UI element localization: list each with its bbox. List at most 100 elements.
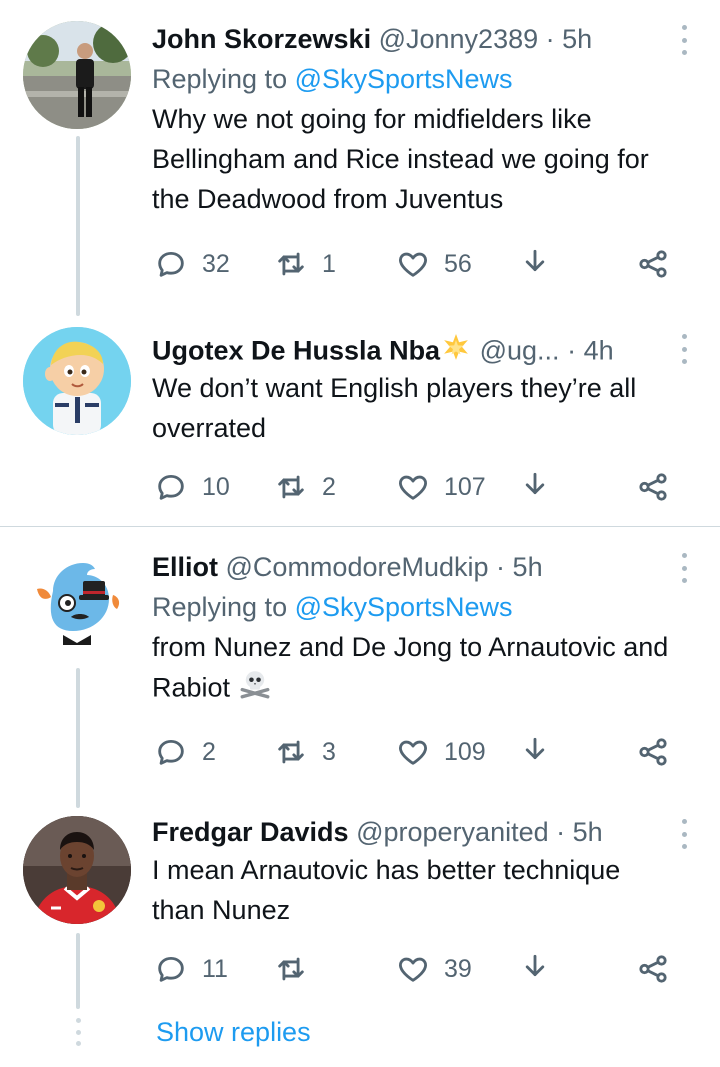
handle[interactable]: @Jonny2389 xyxy=(379,24,539,54)
retweet-count: 2 xyxy=(322,472,336,501)
tweet[interactable]: Ugotex De Hussla Nba @ug... · 4h We don’… xyxy=(0,300,720,526)
reply-count: 11 xyxy=(202,954,228,983)
download-button[interactable] xyxy=(518,949,552,989)
replying-to-label: Replying to xyxy=(152,592,295,622)
timestamp[interactable]: 4h xyxy=(584,336,614,366)
like-button[interactable]: 39 xyxy=(396,949,472,989)
like-count: 39 xyxy=(444,954,472,983)
avatar[interactable] xyxy=(23,816,131,924)
tweet[interactable]: Fredgar Davids @properyanited · 5h I mea… xyxy=(0,797,720,1009)
timestamp[interactable]: 5h xyxy=(562,24,592,54)
download-button[interactable] xyxy=(518,732,552,772)
tweet-header: John Skorzewski @Jonny2389 · 5h xyxy=(152,21,680,57)
replying-to: Replying to @SkySportsNews xyxy=(152,61,680,97)
retweet-icon xyxy=(278,252,304,276)
tweet-text: from Nunez and De Jong to Arnautovic and… xyxy=(152,627,680,712)
heart-icon xyxy=(399,252,427,277)
tweet-text: Why we not going for midfielders like Be… xyxy=(152,104,649,214)
download-button[interactable] xyxy=(518,467,552,507)
more-options-icon[interactable] xyxy=(678,553,690,583)
download-icon xyxy=(525,472,545,495)
heart-icon xyxy=(399,957,427,982)
tweet-text: I mean Arnautovic has better technique t… xyxy=(152,855,621,925)
handle[interactable]: @properyanited xyxy=(356,817,549,847)
show-replies-link[interactable]: Show replies xyxy=(156,1012,311,1052)
display-name[interactable]: Fredgar Davids xyxy=(152,817,349,847)
display-name[interactable]: John Skorzewski xyxy=(152,24,371,54)
avatar[interactable] xyxy=(23,551,131,659)
like-button[interactable]: 107 xyxy=(396,467,486,507)
share-icon xyxy=(639,250,667,278)
display-name[interactable]: Ugotex De Hussla Nba xyxy=(152,336,440,366)
tweet-text-content: from Nunez and De Jong to Arnautovic and… xyxy=(152,632,669,703)
tweet-header: Fredgar Davids @properyanited · 5h xyxy=(152,814,680,850)
tweet-content: Ugotex De Hussla Nba @ug... · 4h We don’… xyxy=(152,332,680,448)
thread-line xyxy=(76,136,80,316)
reply-button[interactable]: 2 xyxy=(154,732,216,772)
timestamp[interactable]: 5h xyxy=(513,552,543,582)
download-icon xyxy=(525,249,545,272)
like-button[interactable]: 109 xyxy=(396,732,486,772)
reply-icon xyxy=(158,474,184,500)
thread-line xyxy=(76,933,80,1009)
tweet-header: Ugotex De Hussla Nba @ug... · 4h xyxy=(152,332,680,368)
mention-link[interactable]: @SkySportsNews xyxy=(295,64,513,94)
share-button[interactable] xyxy=(636,244,670,284)
more-replies-dots-icon xyxy=(76,1018,82,1046)
reply-button[interactable]: 32 xyxy=(154,244,230,284)
mention-link[interactable]: @SkySportsNews xyxy=(295,592,513,622)
retweet-button[interactable]: 2 xyxy=(274,467,336,507)
like-count: 56 xyxy=(444,249,472,278)
more-options-icon[interactable] xyxy=(678,25,690,55)
reply-button[interactable]: 11 xyxy=(154,949,228,989)
skull-and-crossbones-icon xyxy=(238,667,272,712)
reply-count: 2 xyxy=(202,737,216,766)
separator: · xyxy=(545,24,555,54)
separator: · xyxy=(556,817,566,847)
retweet-button[interactable]: 3 xyxy=(274,732,336,772)
replying-to-label: Replying to xyxy=(152,64,295,94)
retweet-icon xyxy=(278,957,304,981)
reply-icon xyxy=(158,739,184,765)
heart-icon xyxy=(399,475,427,500)
reply-count: 10 xyxy=(202,472,230,501)
tweet[interactable]: Elliot @CommodoreMudkip · 5h Replying to… xyxy=(0,527,720,808)
download-icon xyxy=(525,737,545,760)
display-name[interactable]: Elliot xyxy=(152,552,218,582)
download-icon xyxy=(525,954,545,977)
like-count: 107 xyxy=(444,472,486,501)
reply-icon xyxy=(158,251,184,277)
like-count: 109 xyxy=(444,737,486,766)
action-bar: 10 2 107 xyxy=(152,467,672,507)
tweet-header: Elliot @CommodoreMudkip · 5h xyxy=(152,549,680,585)
avatar[interactable] xyxy=(23,21,131,129)
separator: · xyxy=(567,335,577,366)
reply-count: 32 xyxy=(202,249,230,278)
handle[interactable]: @CommodoreMudkip xyxy=(226,552,489,582)
timestamp[interactable]: 5h xyxy=(573,817,603,847)
like-button[interactable]: 56 xyxy=(396,244,472,284)
retweet-count: 1 xyxy=(322,249,336,278)
retweet-icon xyxy=(278,740,304,764)
handle[interactable]: @ug... xyxy=(480,336,560,366)
retweet-button[interactable]: 1 xyxy=(274,244,336,284)
avatar[interactable] xyxy=(23,327,131,435)
tweet-content: Elliot @CommodoreMudkip · 5h Replying to… xyxy=(152,549,680,712)
action-bar: 2 3 109 xyxy=(152,732,672,772)
tweet[interactable]: John Skorzewski @Jonny2389 · 5h Replying… xyxy=(0,0,720,316)
action-bar: 11 39 xyxy=(152,949,672,989)
share-icon xyxy=(639,955,667,983)
replying-to: Replying to @SkySportsNews xyxy=(152,589,680,625)
retweet-button[interactable] xyxy=(274,949,322,989)
share-button[interactable] xyxy=(636,467,670,507)
download-button[interactable] xyxy=(518,244,552,284)
share-button[interactable] xyxy=(636,732,670,772)
share-button[interactable] xyxy=(636,949,670,989)
tweet-content: Fredgar Davids @properyanited · 5h I mea… xyxy=(152,814,680,930)
tweet-text: We don’t want English players they’re al… xyxy=(152,373,637,443)
action-bar: 32 1 56 xyxy=(152,244,672,284)
more-options-icon[interactable] xyxy=(678,819,690,849)
more-options-icon[interactable] xyxy=(678,334,690,364)
reply-button[interactable]: 10 xyxy=(154,467,230,507)
reply-icon xyxy=(158,956,184,982)
